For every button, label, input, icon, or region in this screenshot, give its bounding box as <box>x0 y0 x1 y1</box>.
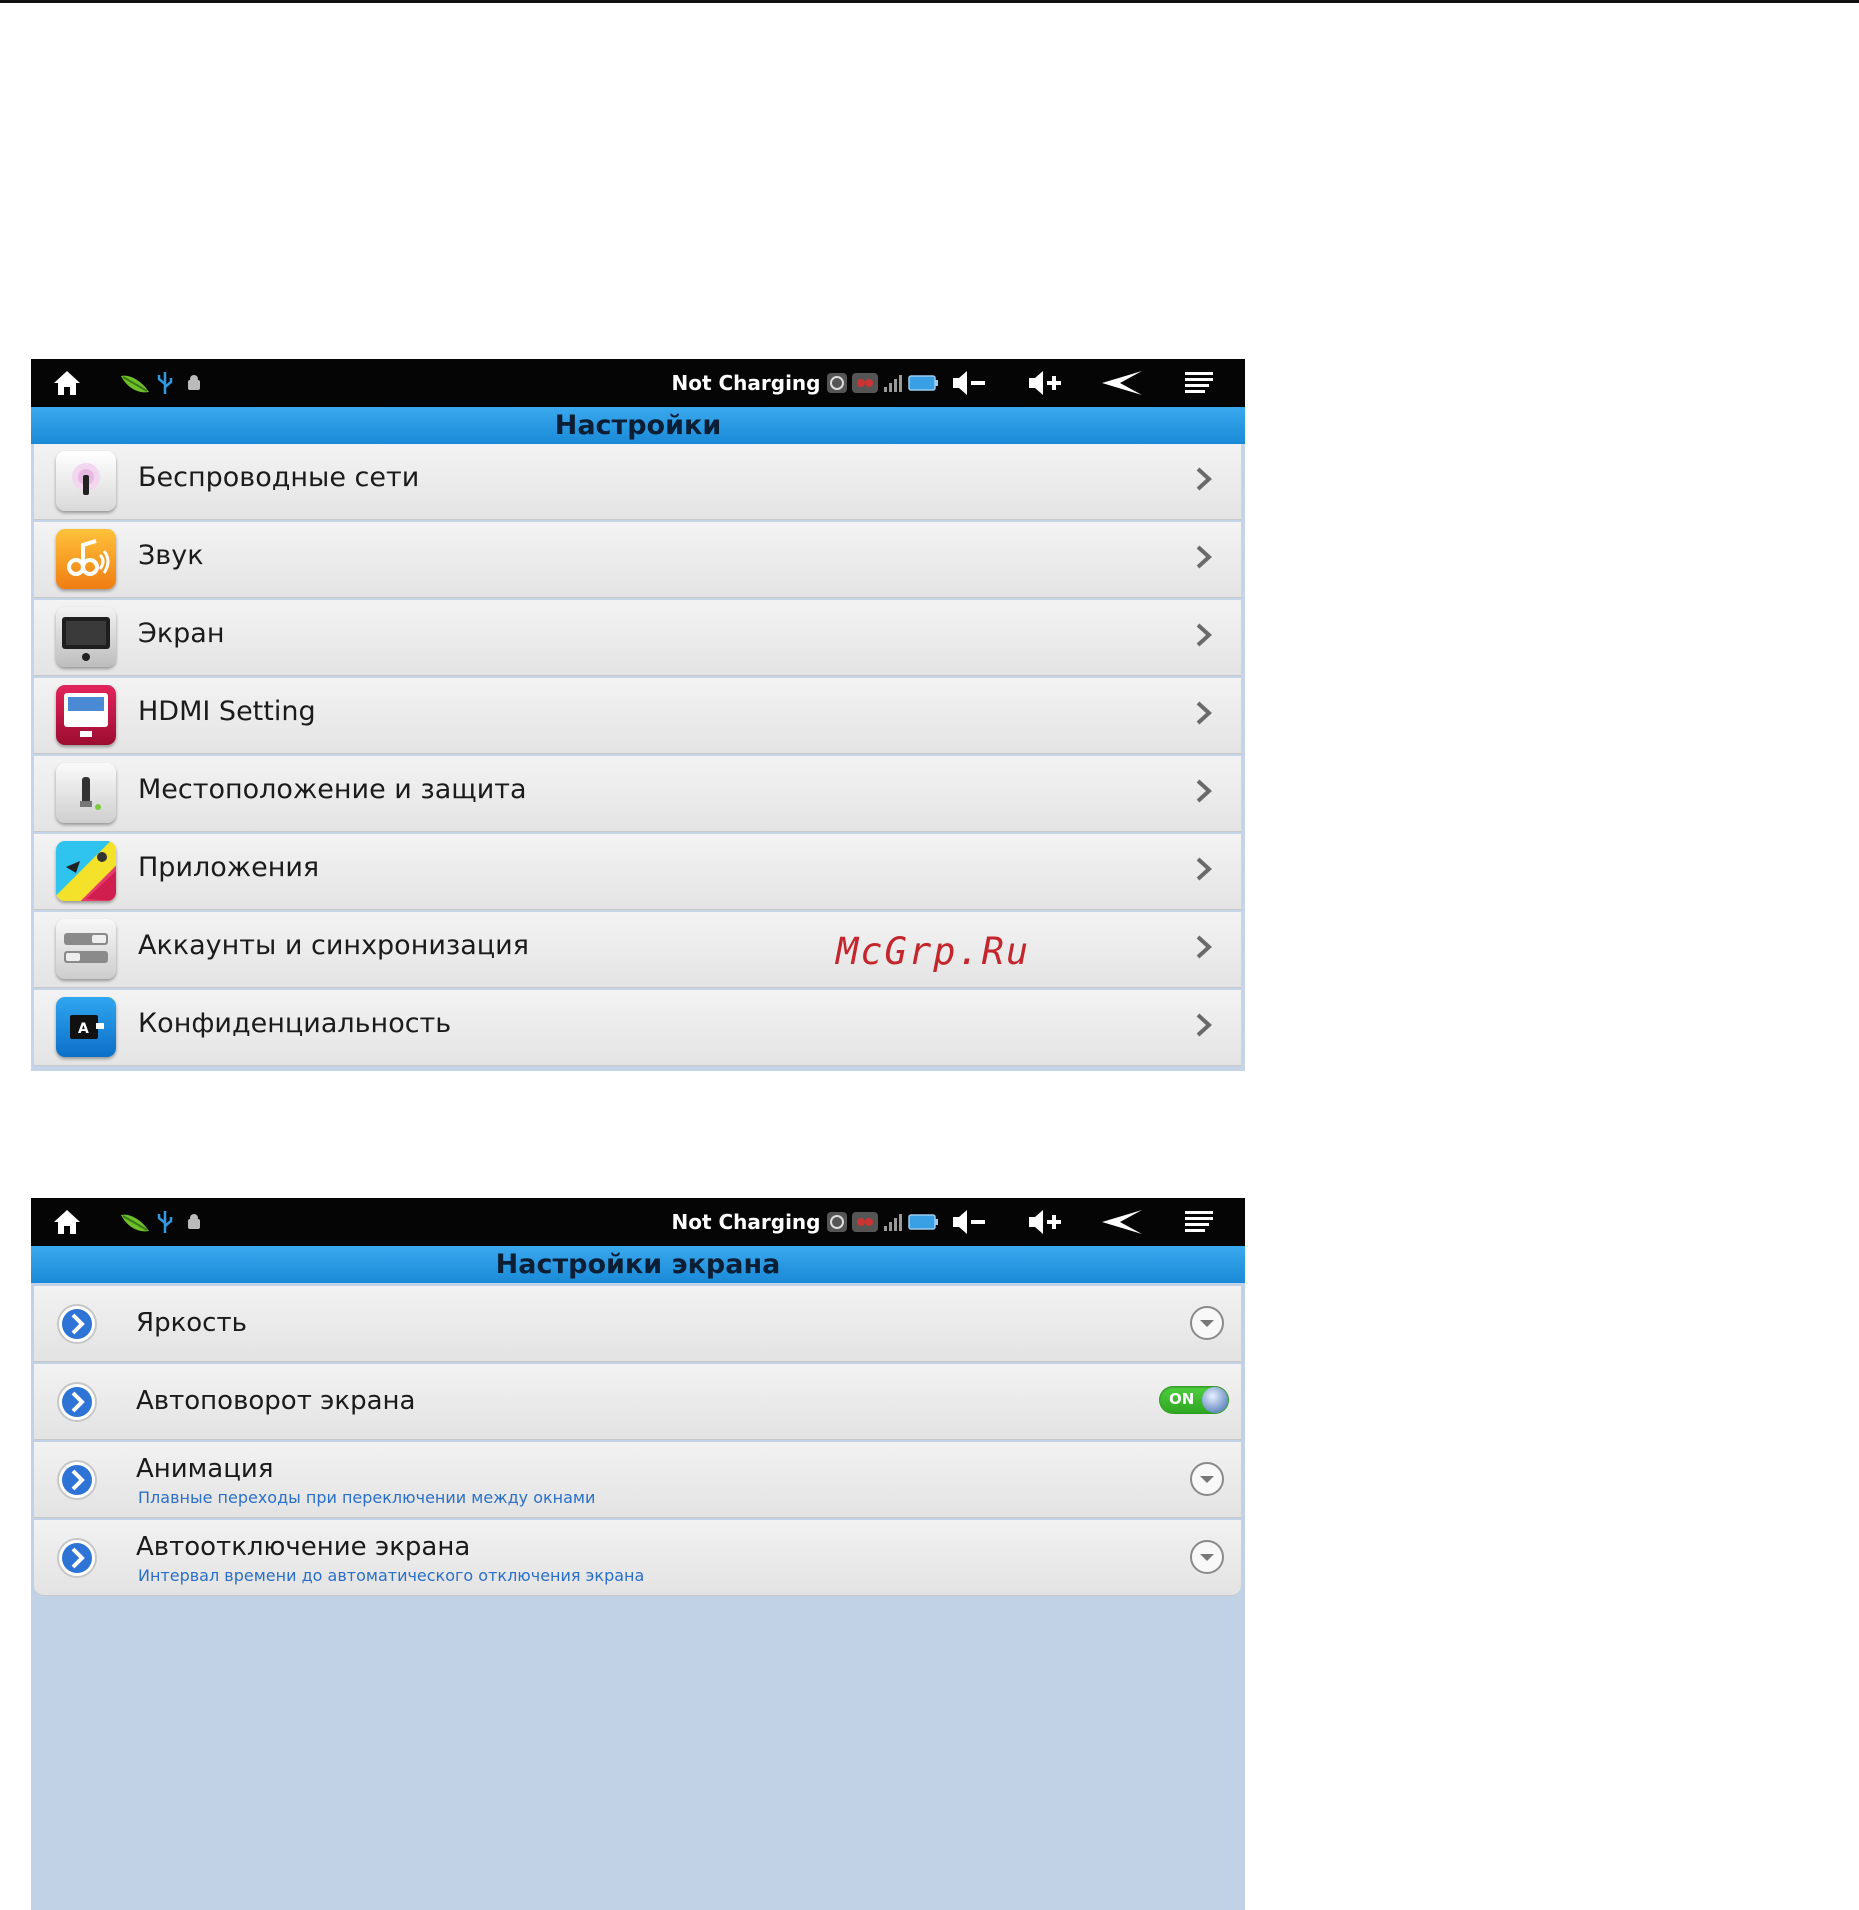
setting-description: Плавные переходы при переключении между … <box>138 1488 596 1507</box>
applications-icon <box>56 841 116 901</box>
link-icon <box>851 1198 879 1246</box>
watermark-text: McGrp.Ru <box>836 930 1031 973</box>
page-title: Настройки экрана <box>31 1246 1245 1283</box>
status-bar: Not Charging <box>31 1198 1245 1246</box>
volume-up-icon[interactable] <box>1025 359 1065 407</box>
arrow-circle-icon <box>56 1537 98 1583</box>
chevron-right-icon <box>1195 466 1213 496</box>
battery-icon <box>907 1198 939 1246</box>
settings-item-wireless[interactable]: Беспроводные сети <box>34 444 1241 520</box>
chevron-right-icon <box>1195 700 1213 730</box>
android-debug-icon <box>185 359 203 407</box>
sync-icon <box>825 359 849 407</box>
accounts-sync-icon <box>56 919 116 979</box>
dropdown-arrow-icon[interactable] <box>1189 1539 1225 1579</box>
battery-icon <box>907 359 939 407</box>
status-bar: Not Charging <box>31 359 1245 407</box>
chevron-right-icon <box>1195 934 1213 964</box>
settings-item-privacy[interactable]: A Конфиденциальность <box>34 990 1241 1066</box>
toggle-state-label: ON <box>1169 1390 1195 1408</box>
home-icon[interactable] <box>49 1198 85 1246</box>
signal-icon <box>883 1198 903 1246</box>
settings-item-location-security[interactable]: Местоположение и защита <box>34 756 1241 832</box>
privacy-icon: A <box>56 997 116 1057</box>
link-icon <box>851 359 879 407</box>
display-icon <box>56 607 116 667</box>
setting-auto-rotate[interactable]: Автоповорот экрана ON <box>34 1364 1241 1440</box>
usb-icon <box>155 1198 175 1246</box>
dropdown-arrow-icon[interactable] <box>1189 1461 1225 1501</box>
chevron-right-icon <box>1195 856 1213 886</box>
volume-up-icon[interactable] <box>1025 1198 1065 1246</box>
hdmi-icon <box>56 685 116 745</box>
volume-down-icon[interactable] <box>949 1198 989 1246</box>
chevron-right-icon <box>1195 544 1213 574</box>
menu-icon[interactable] <box>1181 359 1217 407</box>
svg-text:A: A <box>78 1021 89 1037</box>
setting-label: Автоотключение экрана <box>136 1532 471 1562</box>
leaf-icon <box>119 1198 151 1246</box>
dropdown-arrow-icon[interactable] <box>1189 1305 1225 1345</box>
charging-status: Not Charging <box>671 1210 821 1234</box>
charging-status: Not Charging <box>671 371 821 395</box>
android-debug-icon <box>185 1198 203 1246</box>
setting-label: Автоповорот экрана <box>136 1386 416 1416</box>
setting-label: Анимация <box>136 1454 274 1484</box>
settings-item-display[interactable]: Экран <box>34 600 1241 676</box>
settings-item-hdmi[interactable]: HDMI Setting <box>34 678 1241 754</box>
toggle-knob <box>1202 1387 1228 1413</box>
top-rule <box>0 0 1859 3</box>
settings-item-label: Местоположение и защита <box>138 774 527 805</box>
back-icon[interactable] <box>1099 1198 1145 1246</box>
setting-brightness[interactable]: Яркость <box>34 1286 1241 1362</box>
usb-icon <box>155 359 175 407</box>
auto-rotate-toggle[interactable]: ON <box>1159 1386 1229 1414</box>
settings-item-label: Приложения <box>138 852 320 883</box>
chevron-right-icon <box>1195 778 1213 808</box>
settings-item-label: HDMI Setting <box>138 696 316 727</box>
settings-item-applications[interactable]: Приложения <box>34 834 1241 910</box>
setting-label: Яркость <box>136 1308 247 1338</box>
settings-item-sound[interactable]: Звук <box>34 522 1241 598</box>
setting-screen-timeout[interactable]: Автоотключение экрана Интервал времени д… <box>34 1520 1241 1596</box>
setting-animation[interactable]: Анимация Плавные переходы при переключен… <box>34 1442 1241 1518</box>
signal-icon <box>883 359 903 407</box>
page-title: Настройки <box>31 407 1245 444</box>
wireless-icon <box>56 451 116 511</box>
setting-description: Интервал времени до автоматического откл… <box>138 1566 645 1585</box>
menu-icon[interactable] <box>1181 1198 1217 1246</box>
settings-item-accounts-sync[interactable]: Аккаунты и синхронизация <box>34 912 1241 988</box>
settings-item-label: Беспроводные сети <box>138 462 420 493</box>
settings-item-label: Экран <box>138 618 225 649</box>
arrow-circle-icon <box>56 1381 98 1427</box>
settings-item-label: Конфиденциальность <box>138 1008 452 1039</box>
display-settings-screen: Not Charging Настройки экрана Яркость Ав… <box>31 1198 1245 1910</box>
chevron-right-icon <box>1195 1012 1213 1042</box>
back-icon[interactable] <box>1099 359 1145 407</box>
home-icon[interactable] <box>49 359 85 407</box>
chevron-right-icon <box>1195 622 1213 652</box>
display-settings-list: Яркость Автоповорот экрана ON Анимация П… <box>34 1286 1241 1598</box>
settings-item-label: Звук <box>138 540 204 571</box>
settings-item-label: Аккаунты и синхронизация <box>138 930 529 961</box>
arrow-circle-icon <box>56 1303 98 1349</box>
sync-icon <box>825 1198 849 1246</box>
settings-screen: Not Charging Настройки Беспроводные сети… <box>31 359 1245 1071</box>
settings-list: Беспроводные сети Звук Экран HDMI Settin… <box>34 444 1241 1068</box>
location-security-icon <box>56 763 116 823</box>
sound-icon <box>56 529 116 589</box>
leaf-icon <box>119 359 151 407</box>
arrow-circle-icon <box>56 1459 98 1505</box>
volume-down-icon[interactable] <box>949 359 989 407</box>
